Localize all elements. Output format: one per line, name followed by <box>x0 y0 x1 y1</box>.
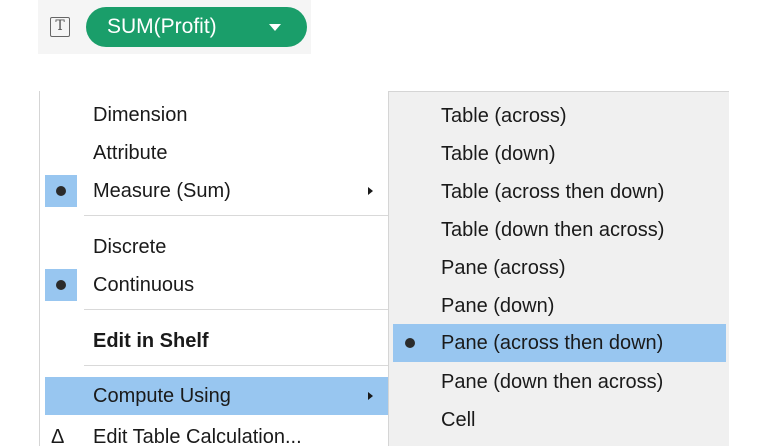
submenu-arrow-icon <box>368 392 373 400</box>
menu-item-label: Edit Table Calculation... <box>93 426 302 446</box>
submenu-item-pane-across[interactable]: Pane (across) <box>393 250 726 286</box>
pill-context-menu: Dimension Attribute Measure (Sum) Discre… <box>39 91 388 446</box>
submenu-item-table-across[interactable]: Table (across) <box>393 98 726 134</box>
menu-item-discrete[interactable]: Discrete <box>45 229 388 265</box>
menu-item-label: Attribute <box>93 142 168 164</box>
menu-item-label: Discrete <box>93 236 167 258</box>
pill-label: SUM(Profit) <box>107 15 217 38</box>
submenu-item-label: Table (across then down) <box>441 181 665 203</box>
submenu-item-label: Pane (down then across) <box>441 371 664 393</box>
submenu-item-label: Pane (across) <box>441 257 566 279</box>
menu-separator <box>84 215 388 216</box>
submenu-item-label: Table (down) <box>441 143 556 165</box>
submenu-item-label: Table (across) <box>441 105 567 127</box>
selected-marker <box>45 269 77 301</box>
caret-down-icon[interactable] <box>269 24 281 31</box>
menu-item-attribute[interactable]: Attribute <box>45 135 388 171</box>
submenu-item-label: Pane (down) <box>441 295 555 317</box>
menu-item-edit-table-calculation[interactable]: Δ Edit Table Calculation... <box>45 419 388 446</box>
submenu-item-pane-down[interactable]: Pane (down) <box>393 288 726 324</box>
menu-item-dimension[interactable]: Dimension <box>45 97 388 133</box>
text-mark-icon[interactable]: T <box>50 17 70 37</box>
bullet-icon <box>56 186 66 196</box>
menu-item-label: Continuous <box>93 274 195 296</box>
menu-item-label: Compute Using <box>93 385 231 407</box>
submenu-item-label: Pane (across then down) <box>441 332 664 354</box>
selected-marker <box>45 175 77 207</box>
menu-item-continuous[interactable]: Continuous <box>45 267 388 303</box>
compute-using-submenu: Table (across) Table (down) Table (acros… <box>388 91 729 446</box>
menu-separator <box>84 365 388 366</box>
menu-item-measure-sum[interactable]: Measure (Sum) <box>45 173 388 209</box>
menu-item-compute-using[interactable]: Compute Using <box>45 377 388 415</box>
menu-item-label: Measure (Sum) <box>93 180 231 202</box>
menu-separator <box>84 309 388 310</box>
submenu-item-table-down[interactable]: Table (down) <box>393 136 726 172</box>
submenu-item-table-down-then-across[interactable]: Table (down then across) <box>393 212 726 248</box>
submenu-item-cell[interactable]: Cell <box>393 402 726 438</box>
menu-item-edit-in-shelf[interactable]: Edit in Shelf <box>45 323 388 359</box>
delta-icon: Δ <box>51 426 65 446</box>
bullet-icon <box>405 338 415 348</box>
menu-item-label: Dimension <box>93 104 188 126</box>
submenu-item-label: Table (down then across) <box>441 219 665 241</box>
menu-item-label: Edit in Shelf <box>93 330 209 352</box>
sum-profit-pill[interactable]: SUM(Profit) <box>86 7 307 47</box>
submenu-item-pane-down-then-across[interactable]: Pane (down then across) <box>393 364 726 400</box>
submenu-item-label: Cell <box>441 409 476 431</box>
submenu-item-table-across-then-down[interactable]: Table (across then down) <box>393 174 726 210</box>
submenu-item-pane-across-then-down[interactable]: Pane (across then down) <box>393 324 726 362</box>
bullet-icon <box>56 280 66 290</box>
submenu-arrow-icon <box>368 187 373 195</box>
field-pill-area: T SUM(Profit) <box>38 0 311 54</box>
